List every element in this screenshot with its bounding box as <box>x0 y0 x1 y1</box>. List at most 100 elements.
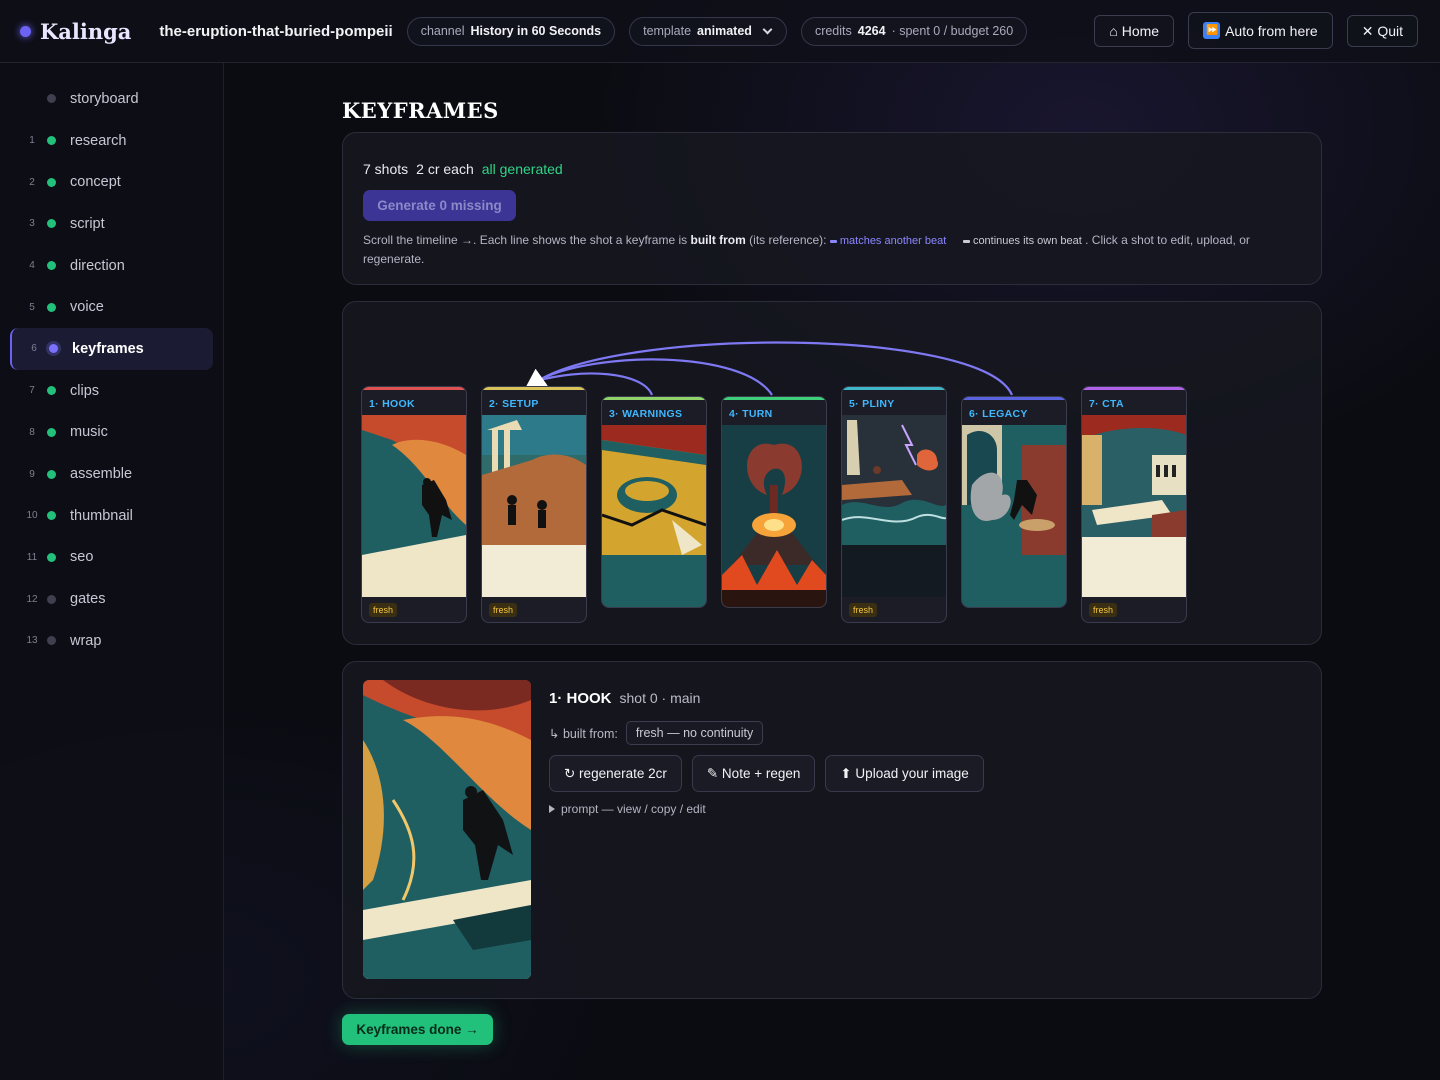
shot-keyframe-thumbnail[interactable] <box>962 425 1066 607</box>
timeline-shot[interactable]: 2· SETUP fresh <box>481 386 587 623</box>
sidebar-item-number: 7 <box>29 385 35 397</box>
credits-value: 4264 <box>857 24 886 38</box>
sidebar-item-label: concept <box>70 174 121 191</box>
chevron-down-icon <box>762 24 773 34</box>
status-dot-icon <box>47 552 56 562</box>
sidebar-item-thumbnail[interactable]: 10 thumbnail <box>10 495 213 537</box>
legend-continues: continues its own beat <box>962 235 1082 247</box>
sidebar-item-number: 8 <box>29 426 35 438</box>
project-name: the-eruption-that-buried-pompeii <box>159 22 393 40</box>
shot-footer: fresh <box>362 597 466 622</box>
legend-continues-label: continues its own beat <box>972 235 1082 247</box>
prompt-toggle[interactable]: prompt — view / copy / edit <box>549 802 706 816</box>
template-select[interactable]: template animated <box>629 16 787 46</box>
regenerate-button[interactable]: ↻ regenerate 2cr <box>549 755 682 792</box>
status-dot-icon <box>47 469 56 479</box>
sidebar-item-script[interactable]: 3 script <box>10 203 213 245</box>
detail-keyframe-image[interactable] <box>363 680 531 979</box>
sidebar-item-concept[interactable]: 2 concept <box>10 161 213 203</box>
auto-from-here-button[interactable]: ⏩ Auto from here <box>1188 12 1333 49</box>
brand[interactable]: Kalinga <box>20 19 131 44</box>
legend-matches-swatch <box>829 239 837 243</box>
status-dot-icon <box>47 594 56 604</box>
keyframes-done-button[interactable]: Keyframes done → <box>342 1014 493 1045</box>
shot-keyframe-thumbnail[interactable] <box>482 415 586 597</box>
shot-label: 4· TURN <box>729 408 773 420</box>
sidebar-item-assemble[interactable]: 9 assemble <box>10 453 213 495</box>
fast-forward-icon: ⏩ <box>1203 22 1221 39</box>
legend-continues-swatch <box>962 239 970 243</box>
main-content: KEYFRAMES 7 shots 2 cr each all generate… <box>342 63 1322 1045</box>
sidebar-item-direction[interactable]: 4 direction <box>10 245 213 287</box>
shot-label: 1· HOOK <box>369 398 415 410</box>
shot-keyframe-thumbnail[interactable] <box>602 425 706 607</box>
sidebar-item-number: 5 <box>29 301 35 313</box>
hint-text-2: (its reference): <box>749 233 827 247</box>
sidebar-item-music[interactable]: 8 music <box>10 412 213 454</box>
sidebar-item-label: assemble <box>70 466 133 483</box>
shot-keyframe-thumbnail[interactable] <box>842 415 946 597</box>
sidebar-item-keyframes[interactable]: 6 keyframes <box>10 328 213 370</box>
status-dot-icon <box>47 427 56 437</box>
built-from-label: ↳ built from: <box>549 726 618 741</box>
sidebar-item-voice[interactable]: 5 voice <box>10 286 213 328</box>
sidebar-item-research[interactable]: 1 research <box>10 120 213 162</box>
sidebar-item-label: voice <box>70 299 104 316</box>
detail-title: 1· HOOK <box>549 690 612 707</box>
status-dot-icon <box>47 511 56 521</box>
auto-from-here-label: Auto from here <box>1225 22 1318 39</box>
sidebar-item-label: storyboard <box>70 90 139 107</box>
sidebar-item-label: thumbnail <box>70 507 133 524</box>
sidebar-item-storyboard[interactable]: storyboard <box>10 78 213 120</box>
channel-prefix: channel <box>420 24 465 38</box>
quit-button[interactable]: ✕ Quit <box>1346 15 1418 47</box>
shot-keyframe-thumbnail[interactable] <box>362 415 466 597</box>
timeline-shot[interactable]: 7· CTA fresh <box>1081 386 1187 623</box>
sidebar-item-number: 1 <box>29 135 35 147</box>
credits-pill: credits 4264 · spent 0 / budget 260 <box>800 16 1028 46</box>
sidebar-item-wrap[interactable]: 13 wrap <box>10 620 213 662</box>
shot-label: 6· LEGACY <box>969 408 1028 420</box>
note-regen-button[interactable]: ✎ Note + regen <box>691 755 816 792</box>
sidebar-item-number: 10 <box>26 510 38 522</box>
credits-rest: · spent 0 / budget 260 <box>891 24 1014 38</box>
sidebar-item-gates[interactable]: 12 gates <box>10 578 213 620</box>
sidebar-item-label: seo <box>70 549 94 566</box>
shot-count: 7 shots <box>363 161 409 177</box>
timeline-shot[interactable]: 1· HOOK fresh <box>361 386 467 623</box>
sidebar-item-label: wrap <box>70 632 102 649</box>
timeline-shot[interactable]: 3· WARNINGS <box>601 396 707 608</box>
sidebar-item-number: 13 <box>26 635 38 647</box>
template-prefix: template <box>643 24 692 38</box>
sidebar-item-label: keyframes <box>72 340 144 357</box>
status-dot-icon <box>47 261 56 271</box>
fresh-badge: fresh <box>849 603 878 617</box>
brand-logo-icon <box>20 25 31 37</box>
shot-label: 5· PLINY <box>849 398 895 410</box>
status-dot-icon <box>47 219 56 229</box>
shot-keyframe-thumbnail[interactable] <box>722 425 826 607</box>
timeline-shot[interactable]: 5· PLINY fresh <box>841 386 947 623</box>
shot-footer: fresh <box>842 597 946 622</box>
timeline-hint: Scroll the timeline →. Each line shows t… <box>363 231 1301 268</box>
status-dot-icon <box>49 344 58 354</box>
timeline-shot[interactable]: 4· TURN <box>721 396 827 608</box>
shot-footer: fresh <box>482 597 586 622</box>
sidebar-item-label: script <box>70 215 105 232</box>
credits-prefix: credits <box>814 24 852 38</box>
sidebar-item-clips[interactable]: 7 clips <box>10 370 213 412</box>
status-dot-icon <box>47 302 56 312</box>
detail-subtitle: shot 0 · main <box>619 690 701 706</box>
timeline-shot[interactable]: 6· LEGACY <box>961 396 1067 608</box>
upload-image-button[interactable]: ⬆ Upload your image <box>825 755 984 792</box>
sidebar-item-seo[interactable]: 11 seo <box>10 537 213 579</box>
sidebar-item-label: gates <box>70 591 106 608</box>
channel-value: History in 60 Seconds <box>470 24 602 38</box>
shot-keyframe-thumbnail[interactable] <box>1082 415 1186 597</box>
sidebar-item-number: 2 <box>29 176 35 188</box>
sidebar-item-label: clips <box>70 382 100 399</box>
generate-missing-button[interactable]: Generate 0 missing <box>363 190 516 221</box>
status-dot-icon <box>47 636 56 646</box>
home-button[interactable]: ⌂ Home <box>1094 15 1175 47</box>
timeline-card[interactable]: 1· HOOK fresh 2· SETUP fresh 3· WARNINGS 4· T… <box>342 301 1322 645</box>
